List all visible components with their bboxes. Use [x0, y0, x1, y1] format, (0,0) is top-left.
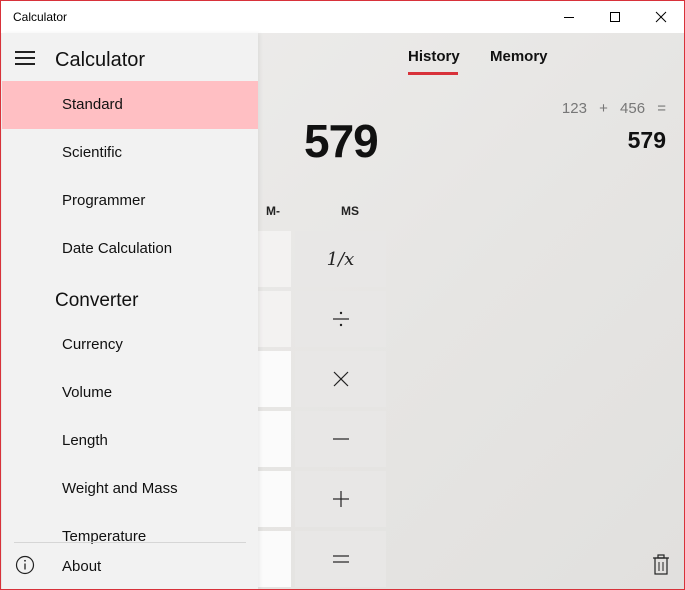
keypad-key[interactable]: [258, 531, 291, 587]
tab-history-underline: [408, 72, 458, 75]
keypad-key[interactable]: [258, 231, 291, 287]
nav-item-label: Weight and Mass: [62, 480, 178, 497]
minimize-button[interactable]: [546, 1, 592, 33]
history-operand2: 456: [620, 100, 646, 117]
nav-divider: [14, 542, 246, 543]
trash-icon: [653, 554, 669, 575]
divide-icon: [332, 311, 349, 327]
multiply-icon: [333, 371, 348, 387]
close-button[interactable]: [638, 1, 684, 33]
history-operand1: 123: [561, 100, 587, 117]
nav-item-scientific[interactable]: Scientific: [2, 129, 258, 177]
nav-item-about[interactable]: About: [2, 545, 258, 589]
tab-memory[interactable]: Memory: [490, 48, 548, 65]
equals-icon: [332, 555, 349, 563]
hamburger-menu-icon[interactable]: [15, 51, 37, 65]
minimize-icon: [564, 17, 574, 18]
history-expression[interactable]: 123 + 456 =: [562, 100, 666, 117]
clear-history-button[interactable]: [651, 554, 671, 576]
reciprocal-label: 1/x: [326, 248, 355, 270]
keypad-key[interactable]: [258, 471, 291, 527]
tab-history[interactable]: History: [408, 48, 460, 65]
app-title: Calculator: [13, 10, 68, 24]
nav-item-currency[interactable]: Currency: [2, 321, 258, 369]
nav-item-standard[interactable]: Standard: [2, 81, 258, 129]
memory-store-button[interactable]: MS: [341, 204, 359, 218]
close-icon: [655, 11, 667, 23]
nav-item-label: Date Calculation: [62, 240, 173, 257]
reciprocal-button[interactable]: 1/x: [295, 231, 386, 287]
memory-subtract-button[interactable]: M-: [266, 204, 280, 218]
subtract-button[interactable]: [295, 411, 386, 467]
equals-button[interactable]: [295, 531, 386, 587]
nav-item-label: Programmer: [62, 192, 146, 209]
nav-item-label: Volume: [62, 384, 113, 401]
minus-icon: [332, 438, 349, 440]
display-value: 579: [304, 115, 379, 167]
info-icon: [15, 555, 35, 575]
history-result[interactable]: 579: [628, 127, 666, 154]
nav-item-label: Scientific: [62, 144, 123, 161]
keypad-key[interactable]: [258, 411, 291, 467]
calculator-window: Calculator History Memory 123 + 456 = 57…: [0, 0, 685, 590]
nav-item-weight-and-mass[interactable]: Weight and Mass: [2, 465, 258, 513]
maximize-icon: [610, 12, 620, 22]
keypad-key[interactable]: [258, 351, 291, 407]
add-button[interactable]: [295, 471, 386, 527]
multiply-button[interactable]: [295, 351, 386, 407]
history-equals: =: [657, 100, 666, 117]
plus-icon: [332, 491, 349, 507]
title-bar: Calculator: [1, 1, 684, 33]
maximize-button[interactable]: [592, 1, 638, 33]
converter-section-header: Converter: [55, 290, 139, 311]
nav-item-length[interactable]: Length: [2, 417, 258, 465]
nav-item-volume[interactable]: Volume: [2, 369, 258, 417]
nav-item-label: Length: [62, 432, 108, 449]
nav-item-label: Standard: [62, 96, 123, 113]
navigation-flyout: Calculator Standard Scientific Programme…: [2, 33, 258, 589]
nav-item-date-calculation[interactable]: Date Calculation: [2, 225, 258, 273]
history-operator: +: [599, 100, 608, 117]
about-label: About: [62, 558, 102, 575]
keypad-key[interactable]: [258, 291, 291, 347]
nav-item-programmer[interactable]: Programmer: [2, 177, 258, 225]
nav-title: Calculator: [55, 49, 146, 71]
divide-button[interactable]: [295, 291, 386, 347]
nav-item-label: Currency: [62, 336, 123, 353]
